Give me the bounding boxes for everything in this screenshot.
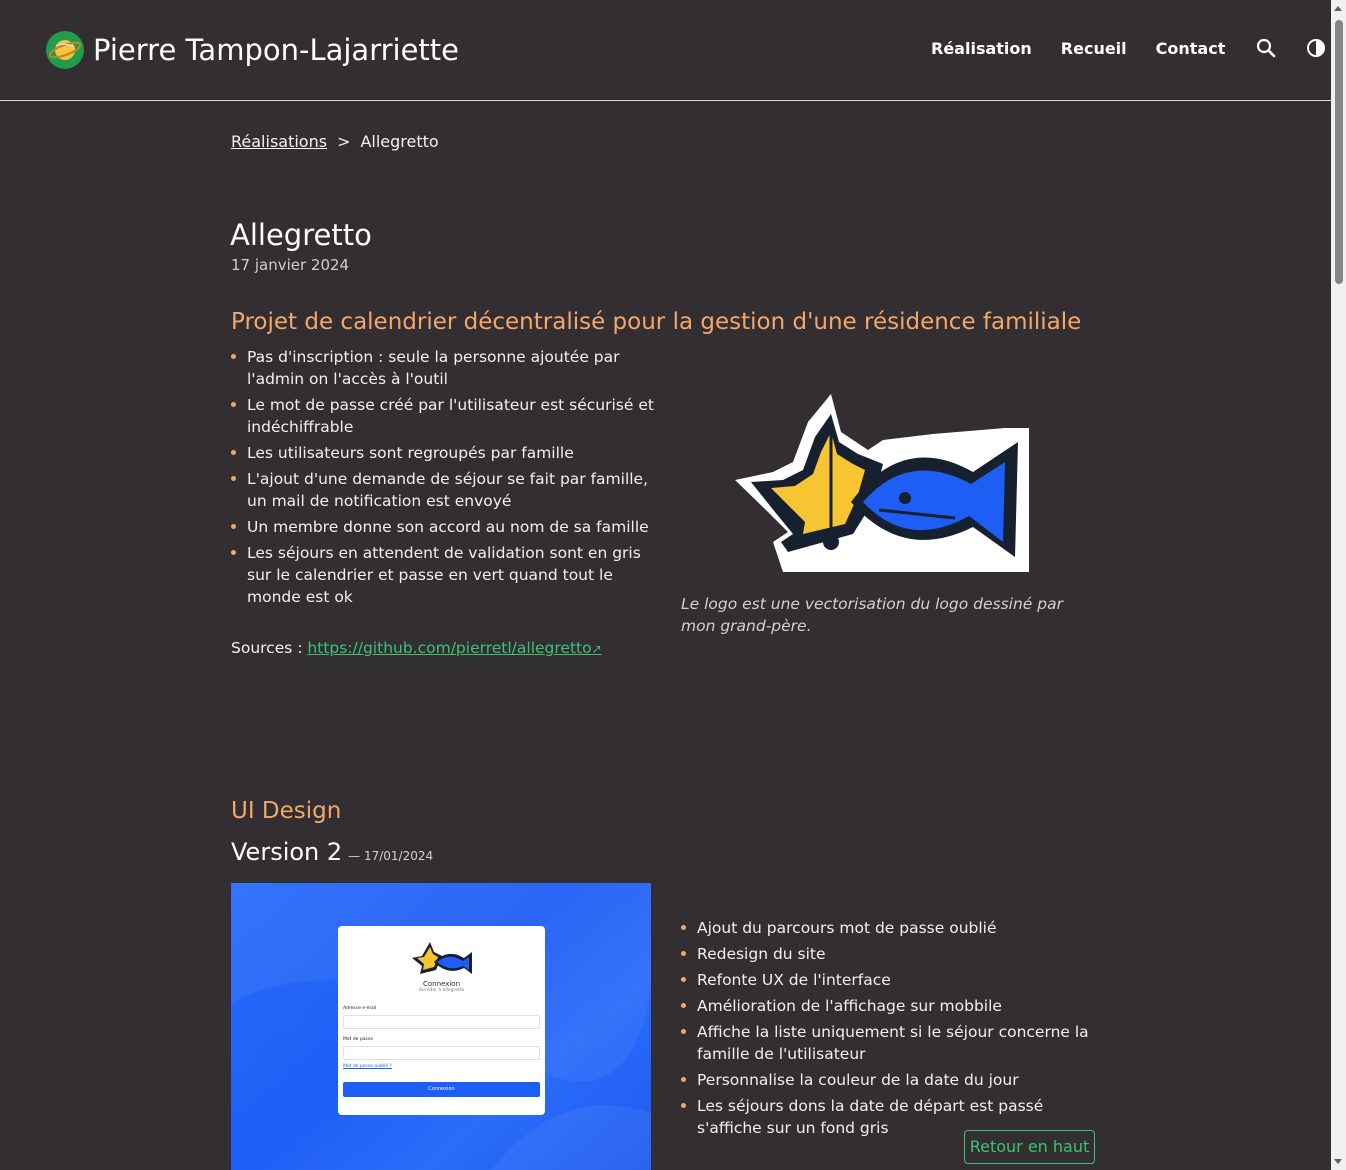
breadcrumb-current: Allegretto [360,132,439,151]
sources-label: Sources : [231,639,303,657]
screenshot-connexion-button: Connexion [343,1082,540,1097]
screenshot-email-label: Adresse e-mail [343,1006,377,1011]
version-date: — 17/01/2024 [348,849,434,863]
list-item: Pas d'inscription : seule la personne aj… [231,346,661,390]
screenshot-forgot-link: Mot de passe oublié ? [343,1064,392,1069]
version-title: Version 2 — 17/01/2024 [231,838,433,866]
page-title: Allegretto [230,218,372,252]
list-item: Personnalise la couleur de la date du jo… [681,1069,1101,1091]
breadcrumb-separator: > [337,132,351,151]
list-item: Ajout du parcours mot de passe oublié [681,917,1101,939]
feature-list: Pas d'inscription : seule la personne aj… [231,346,661,612]
list-item: Les utilisateurs sont regroupés par fami… [231,442,661,464]
list-item: Les séjours en attendent de validation s… [231,542,661,608]
search-icon[interactable] [1256,38,1276,58]
nav-item-realisation[interactable]: Réalisation [931,39,1032,58]
page-scrollbar[interactable] [1331,0,1346,1170]
site-name: Pierre Tampon-Lajarriette [93,33,460,67]
sources-link[interactable]: https://github.com/pierretl/allegretto↗ [307,639,601,657]
intro-heading: Projet de calendrier décentralisé pour l… [231,309,1082,335]
list-item: Redesign du site [681,943,1101,965]
site-brand-link[interactable]: Pierre Tampon-Lajarriette [45,30,459,70]
breadcrumb: Réalisations > Allegretto [231,132,439,151]
version-label: Version 2 [231,838,343,866]
site-header: Pierre Tampon-Lajarriette Réalisation Re… [0,0,1331,101]
nav-item-recueil[interactable]: Recueil [1061,39,1127,58]
screenshot-title: Connexion [422,980,461,988]
nav-item-contact[interactable]: Contact [1156,39,1226,58]
logo-caption: Le logo est une vectorisation du logo de… [681,595,1063,635]
sources-url: https://github.com/pierretl/allegretto [307,639,592,657]
allegretto-logo-image [735,394,1029,572]
list-item: Un membre donne son accord au nom de sa … [231,516,661,538]
breadcrumb-parent-link[interactable]: Réalisations [231,132,327,151]
allegretto-mini-logo-icon [412,942,472,974]
screenshot-subtitle: Accéder à allegretto [418,988,465,993]
list-item: Refonte UX de l'interface [681,969,1101,991]
login-card: Connexion Accéder à allegretto Adresse e… [338,926,545,1115]
ui-design-heading: UI Design [231,798,342,824]
main-nav: Réalisation Recueil Contact [931,38,1326,58]
scrollbar-thumb[interactable] [1335,20,1343,284]
screenshot-password-label: Mot de passe [343,1037,373,1042]
list-item: L'ajout d'une demande de séjour se fait … [231,468,661,512]
contrast-toggle-icon[interactable] [1306,38,1326,58]
list-item: Affiche la liste uniquement si le séjour… [681,1021,1101,1065]
version-changes-list: Ajout du parcours mot de passe oublié Re… [681,917,1101,1143]
external-link-icon: ↗ [591,642,602,656]
list-item: Amélioration de l'affichage sur mobbile [681,995,1101,1017]
scroll-up-arrow-icon[interactable] [1334,6,1342,11]
login-screenshot-image: Connexion Accéder à allegretto Adresse e… [231,883,651,1170]
screenshot-password-field [343,1046,540,1060]
planet-logo-icon [46,31,84,69]
screenshot-email-field [343,1015,540,1029]
list-item: Le mot de passe créé par l'utilisateur e… [231,394,661,438]
back-to-top-button[interactable]: Retour en haut [964,1130,1095,1164]
publish-date: 17 janvier 2024 [231,256,350,274]
scroll-down-arrow-icon[interactable] [1334,1159,1342,1164]
sources-line: Sources : https://github.com/pierretl/al… [231,639,602,657]
